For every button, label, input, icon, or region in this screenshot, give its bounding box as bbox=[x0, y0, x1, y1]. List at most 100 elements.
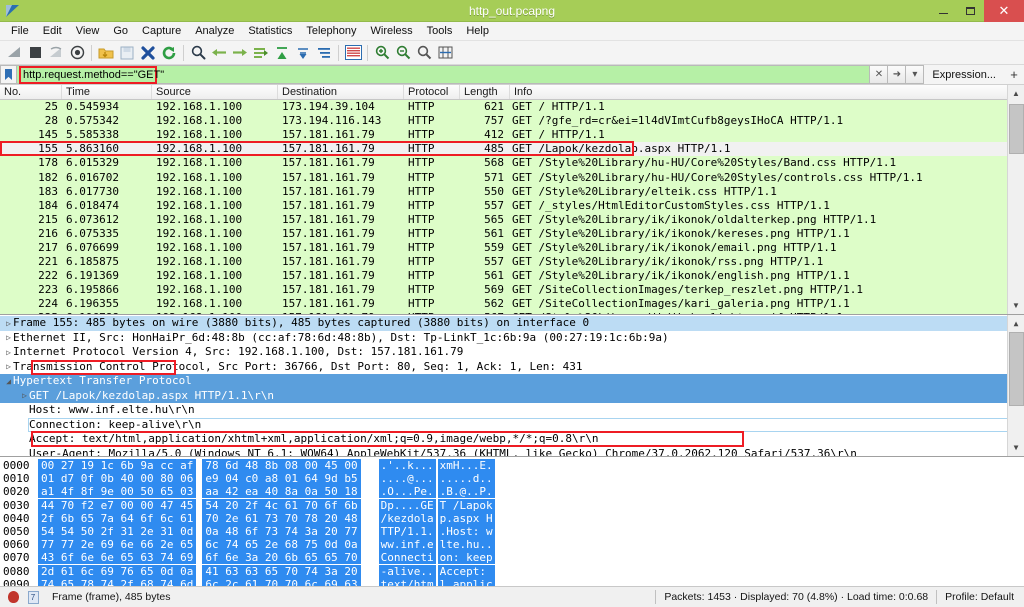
table-row[interactable]: 217 6.076699 192.168.1.100 157.181.161.79 HT… bbox=[0, 240, 1024, 256]
menu-tools[interactable]: Tools bbox=[420, 23, 460, 39]
scroll-up-icon[interactable]: ▲ bbox=[1008, 85, 1024, 102]
go-back-icon[interactable] bbox=[209, 43, 229, 63]
restart-capture-icon[interactable] bbox=[46, 43, 66, 63]
colorize-icon[interactable] bbox=[343, 43, 363, 63]
packet-details-scrollbar[interactable]: ▲ ▼ bbox=[1007, 315, 1024, 456]
hex-dump-row[interactable]: 0020 a1 4f 8f 9e 00 50 65 03 aa 42 ea 40 8… bbox=[0, 485, 1024, 499]
collapsed-twisty-icon[interactable]: ▷ bbox=[4, 333, 13, 342]
zoom-out-icon[interactable] bbox=[393, 43, 413, 63]
menu-help[interactable]: Help bbox=[459, 23, 496, 39]
detail-tree-item[interactable]: ◢ Hypertext Transfer Protocol bbox=[0, 374, 1024, 389]
table-row[interactable]: 223 6.195866 192.168.1.100 157.181.161.79 HT… bbox=[0, 283, 1024, 298]
hex-dump-row[interactable]: 0050 54 54 50 2f 31 2e 31 0d 0a 48 6f 73 7… bbox=[0, 525, 1024, 539]
menu-statistics[interactable]: Statistics bbox=[241, 23, 299, 39]
table-row[interactable]: 145 5.585338 192.168.1.100 157.181.161.79 HT… bbox=[0, 128, 1024, 143]
table-row[interactable]: •2156.073612192.168.1.100157.181.161.79H… bbox=[0, 212, 1024, 227]
collapsed-twisty-icon[interactable]: ▷ bbox=[4, 348, 13, 357]
expert-info-icon[interactable] bbox=[0, 591, 22, 603]
table-row[interactable]: 222 6.191369 192.168.1.100 157.181.161.79 HT… bbox=[0, 269, 1024, 284]
open-file-icon[interactable] bbox=[96, 43, 116, 63]
stop-capture-icon[interactable] bbox=[25, 43, 45, 63]
filter-bookmark-icon[interactable] bbox=[0, 65, 16, 84]
details-scroll-down-icon[interactable]: ▼ bbox=[1008, 439, 1024, 456]
table-row[interactable]: 182 6.016702 192.168.1.100 157.181.161.79 HT… bbox=[0, 170, 1024, 185]
filter-expression-button[interactable]: Expression... bbox=[924, 65, 1004, 84]
detail-tree-item[interactable]: ▷ Transmission Control Protocol, Src Port… bbox=[0, 360, 1024, 375]
column-header-destination[interactable]: Destination bbox=[278, 85, 404, 99]
capture-file-properties-icon[interactable]: 7 bbox=[22, 590, 44, 604]
column-header-protocol[interactable]: Protocol bbox=[404, 85, 460, 99]
hex-dump-row[interactable]: 0010 01 d7 0f 0b 40 00 80 06 e9 04 c0 a8 0… bbox=[0, 472, 1024, 486]
packet-bytes-pane[interactable]: 0000 00 27 19 1c 6b 9a cc af 78 6d 48 8b 0… bbox=[0, 457, 1024, 586]
hex-dump-row[interactable]: 0090 74 65 78 74 2f 68 74 6d 6c 2c 61 70 7… bbox=[0, 577, 1024, 586]
column-header-no[interactable]: No. bbox=[0, 85, 62, 99]
go-to-last-packet-icon[interactable] bbox=[293, 43, 313, 63]
auto-scroll-icon[interactable] bbox=[314, 43, 334, 63]
start-capture-icon[interactable] bbox=[4, 43, 24, 63]
scroll-down-icon[interactable]: ▼ bbox=[1008, 297, 1024, 314]
hex-dump-rows[interactable]: 0000 00 27 19 1c 6b 9a cc af 78 6d 48 8b 0… bbox=[0, 457, 1024, 586]
detail-tree-item[interactable]: Connection: keep-alive\r\n bbox=[0, 417, 1024, 432]
column-header-source[interactable]: Source bbox=[152, 85, 278, 99]
go-to-packet-icon[interactable] bbox=[251, 43, 271, 63]
zoom-reset-icon[interactable] bbox=[414, 43, 434, 63]
maximize-button[interactable] bbox=[957, 0, 984, 22]
details-scroll-up-icon[interactable]: ▲ bbox=[1008, 315, 1024, 332]
menu-edit[interactable]: Edit bbox=[36, 23, 69, 39]
packet-details-pane[interactable]: ▷ Frame 155: 485 bytes on wire (3880 bits… bbox=[0, 315, 1024, 457]
detail-tree-item[interactable]: ▷ Frame 155: 485 bytes on wire (3880 bits… bbox=[0, 316, 1024, 331]
details-scrollbar-thumb[interactable] bbox=[1008, 332, 1024, 406]
close-button[interactable]: ✕ bbox=[984, 0, 1024, 22]
go-to-first-packet-icon[interactable] bbox=[272, 43, 292, 63]
menu-view[interactable]: View bbox=[69, 23, 107, 39]
find-packet-icon[interactable] bbox=[188, 43, 208, 63]
close-file-icon[interactable] bbox=[138, 43, 158, 63]
detail-tree-item[interactable]: ▷ Ethernet II, Src: HonHaiPr_6d:48:8b (cc… bbox=[0, 331, 1024, 346]
hex-dump-row[interactable]: 0080 2d 61 6c 69 76 65 0d 0a 41 63 63 65 7… bbox=[0, 564, 1024, 578]
table-row[interactable]: 184 6.018474 192.168.1.100 157.181.161.79 HT… bbox=[0, 198, 1024, 213]
expanded-twisty-icon[interactable]: ◢ bbox=[4, 377, 13, 386]
menu-file[interactable]: File bbox=[4, 23, 36, 39]
menu-go[interactable]: Go bbox=[106, 23, 135, 39]
details-scrollbar-track[interactable] bbox=[1008, 332, 1024, 439]
status-profile[interactable]: Profile: Default bbox=[945, 591, 1024, 603]
filter-dropdown-button[interactable]: ▾ bbox=[906, 65, 925, 84]
menu-analyze[interactable]: Analyze bbox=[188, 23, 241, 39]
detail-tree-item[interactable]: Accept: text/html,application/xhtml+xml,… bbox=[0, 432, 1024, 447]
hex-dump-row[interactable]: 0060 77 77 2e 69 6e 66 2e 65 6c 74 65 2e 6… bbox=[0, 538, 1024, 552]
collapsed-twisty-icon[interactable]: ▷ bbox=[4, 319, 13, 328]
detail-tree-item[interactable]: ▷ Internet Protocol Version 4, Src: 192.1… bbox=[0, 345, 1024, 360]
table-row[interactable]: 216 6.075335 192.168.1.100 157.181.161.79 HT… bbox=[0, 226, 1024, 241]
display-filter-input[interactable]: http.request.method=="GET" bbox=[16, 65, 871, 84]
reload-file-icon[interactable] bbox=[159, 43, 179, 63]
hex-dump-row[interactable]: 0070 43 6f 6e 6e 65 63 74 69 6f 6e 3a 20 6… bbox=[0, 551, 1024, 565]
menu-capture[interactable]: Capture bbox=[135, 23, 188, 39]
detail-tree-item[interactable]: Host: www.inf.elte.hu\r\n bbox=[0, 403, 1024, 418]
detail-tree-item[interactable]: ▷ GET /Lapok/kezdolap.aspx HTTP/1.1\r\n bbox=[0, 388, 1024, 403]
table-row[interactable]: 25 0.545934 192.168.1.100 173.194.39.104 HTT… bbox=[0, 100, 1024, 115]
hex-dump-row[interactable]: 0040 2f 6b 65 7a 64 6f 6c 61 70 2e 61 73 7… bbox=[0, 511, 1024, 525]
table-row[interactable]: 183 6.017730 192.168.1.100 157.181.161.79 HT… bbox=[0, 184, 1024, 199]
hex-dump-row[interactable]: 0030 44 70 f2 e7 00 00 47 45 54 20 2f 4c 6… bbox=[0, 498, 1024, 512]
collapsed-twisty-icon[interactable]: ▷ bbox=[4, 362, 13, 371]
zoom-in-icon[interactable] bbox=[372, 43, 392, 63]
table-row[interactable]: 28 0.575342 192.168.1.100 173.194.116.143 HT… bbox=[0, 114, 1024, 129]
filter-clear-button[interactable]: ✕ bbox=[870, 65, 889, 84]
menu-wireless[interactable]: Wireless bbox=[364, 23, 420, 39]
scrollbar-track[interactable] bbox=[1008, 102, 1024, 297]
table-row[interactable]: ↦1555.863160192.168.1.100157.181.161.79H… bbox=[0, 142, 1024, 157]
column-header-length[interactable]: Length bbox=[460, 85, 510, 99]
filter-add-button[interactable]: + bbox=[1004, 65, 1024, 84]
table-row[interactable]: 2256.196788192.168.1.100157.181.161.79HT… bbox=[0, 311, 1024, 314]
minimize-button[interactable] bbox=[930, 0, 957, 22]
save-file-icon[interactable] bbox=[117, 43, 137, 63]
table-row[interactable]: 221 6.185875 192.168.1.100 157.181.161.79 HT… bbox=[0, 255, 1024, 270]
hex-dump-row[interactable]: 0000 00 27 19 1c 6b 9a cc af 78 6d 48 8b 0… bbox=[0, 459, 1024, 473]
packet-list-rows[interactable]: 25 0.545934 192.168.1.100 173.194.39.104 HTT… bbox=[0, 100, 1024, 314]
menu-telephony[interactable]: Telephony bbox=[299, 23, 363, 39]
column-header-time[interactable]: Time bbox=[62, 85, 152, 99]
capture-options-icon[interactable] bbox=[67, 43, 87, 63]
detail-tree-item[interactable]: User-Agent: Mozilla/5.0 (Windows NT 6.1;… bbox=[0, 447, 1024, 456]
go-forward-icon[interactable] bbox=[230, 43, 250, 63]
table-row[interactable]: 178 6.015329 192.168.1.100 157.181.161.79 HT… bbox=[0, 156, 1024, 171]
